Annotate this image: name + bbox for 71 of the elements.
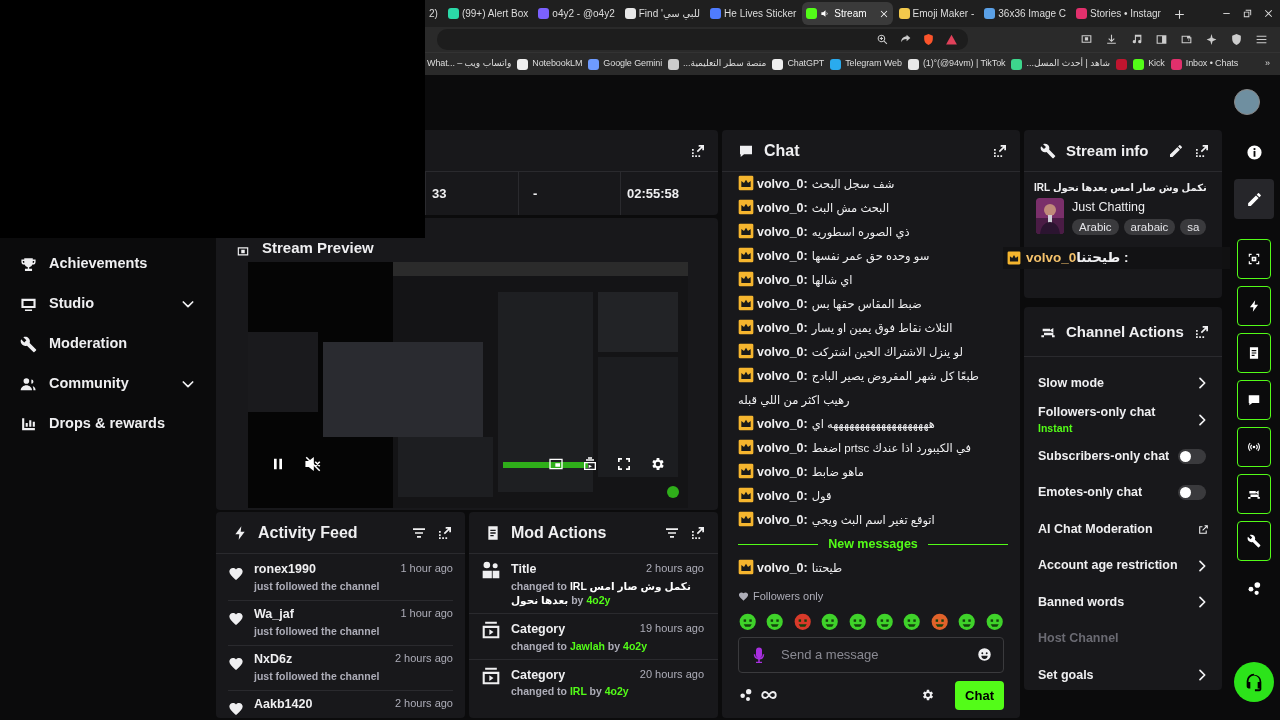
stream-title: نكمل وش صار امس بعدها نحول IRL xyxy=(1033,181,1208,196)
username[interactable]: ronex1990 xyxy=(254,560,316,579)
stat-value: - xyxy=(533,184,538,203)
action-detail: changed to IRL by 4o2y xyxy=(511,684,630,699)
username[interactable]: Wa_jaf xyxy=(254,605,294,624)
timestamp: 2 hours ago xyxy=(394,651,453,666)
panel-title: Mod Actions xyxy=(511,522,608,543)
bookmark[interactable]: ChatGPT xyxy=(772,57,825,71)
bookmark[interactable]: Google Gemini xyxy=(588,57,663,71)
channel-action[interactable]: Set goals xyxy=(1024,657,1222,690)
bookmark[interactable]: Telegram Web xyxy=(830,57,902,71)
bookmark[interactable]: What... – واتساب ويب xyxy=(427,57,512,71)
category-name[interactable]: Just Chatting xyxy=(1072,198,1207,217)
channel-action[interactable]: AI Chat Moderation xyxy=(1024,511,1222,548)
activity-text: just followed the channel xyxy=(254,668,381,684)
new-messages-label: New messages xyxy=(828,536,918,553)
channel-action[interactable]: Subscribers-only chat xyxy=(1024,438,1222,475)
panel-title: Stream info xyxy=(1066,143,1150,158)
tag[interactable]: arabaic xyxy=(1123,218,1176,235)
timestamp: 1 hour ago xyxy=(400,561,453,576)
stat-value: 02:55:58 xyxy=(627,184,680,203)
bookmark[interactable]: NotebookLM xyxy=(517,57,583,71)
nav-item[interactable]: Moderation xyxy=(0,324,216,364)
timestamp: 19 hours ago xyxy=(639,621,704,637)
message-field[interactable]: Send a message xyxy=(738,636,1004,673)
bookmark[interactable]: Inbox • Chats xyxy=(1170,57,1239,71)
bookmark[interactable]: منصة سطر التعليمية... xyxy=(668,57,767,71)
channel-action[interactable]: Account age restriction xyxy=(1024,547,1222,584)
chat-mode-label: Followers only xyxy=(753,589,824,604)
nav-item[interactable]: Drops & rewards xyxy=(0,404,216,444)
chat-send-button[interactable]: Chat xyxy=(955,680,1004,710)
stat-value: 33 xyxy=(432,184,447,203)
panel-title: Chat xyxy=(764,140,801,161)
browser-tab[interactable]: Stream xyxy=(802,2,893,25)
browser-tab[interactable]: 36x36 Image C xyxy=(980,2,1071,25)
action-title: Category xyxy=(511,621,566,639)
nav-item[interactable]: Community xyxy=(0,364,216,404)
activity-text: just followed the channel xyxy=(254,578,381,594)
channel-action[interactable]: Slow mode xyxy=(1024,365,1222,402)
activity-text: just followed the channel xyxy=(254,623,381,639)
browser-tab[interactable]: Emoji Maker - xyxy=(894,2,979,25)
nav-item[interactable]: Achievements xyxy=(0,244,216,284)
timestamp: 2 hours ago xyxy=(394,696,453,711)
tag[interactable]: Arabic xyxy=(1072,218,1119,235)
channel-action: Host Channel xyxy=(1037,630,1120,648)
browser-tab[interactable]: Stories • Instagr xyxy=(1072,2,1165,25)
bookmark[interactable]: (1)°(@94vm) | TikTok xyxy=(907,57,1006,71)
channel-action[interactable]: Banned words xyxy=(1024,584,1222,621)
username[interactable]: Aakb1420 xyxy=(254,695,313,714)
bookmark[interactable]: Kick xyxy=(1133,57,1165,71)
browser-tab[interactable]: o4y2 - @o4y2 xyxy=(534,2,619,25)
browser-tab[interactable]: Find 'للبي سي xyxy=(620,2,705,25)
browser-tab[interactable]: 2) xyxy=(425,2,442,25)
action-detail: changed to Jawlah by 4o2y xyxy=(511,638,648,654)
channel-action[interactable]: Followers-only chat Instant xyxy=(1024,401,1222,438)
channel-action[interactable]: Emotes-only chat xyxy=(1024,474,1222,511)
browser-tab[interactable]: (99+) Alert Box xyxy=(443,2,533,25)
timestamp: 20 hours ago xyxy=(639,666,704,682)
tag[interactable]: sa xyxy=(1180,218,1207,235)
nav-item[interactable]: Studio xyxy=(0,284,216,324)
timestamp: 1 hour ago xyxy=(400,606,453,621)
panel-title: Channel Actions xyxy=(1066,324,1184,339)
bookmark[interactable]: شاهد | أحدث المسل... xyxy=(1011,57,1111,71)
more-bookmarks-button[interactable]: » xyxy=(1265,57,1270,71)
username[interactable]: NxD6z xyxy=(254,650,293,669)
panel-title: Activity Feed xyxy=(258,522,359,543)
timestamp: 2 hours ago xyxy=(645,561,704,576)
browser-tab[interactable]: He Lives Sticker xyxy=(706,2,801,25)
action-title: Category xyxy=(511,666,566,684)
action-title: Title xyxy=(511,561,537,578)
panel-title: Stream Preview xyxy=(262,237,374,258)
